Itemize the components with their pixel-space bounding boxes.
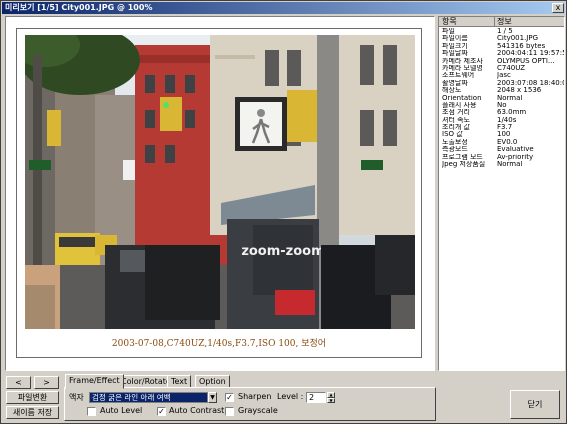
info-row: 소프트웨어 Jasc [439, 72, 564, 79]
info-key: 플래시 사용 [442, 101, 477, 109]
info-value: Evaluative [497, 146, 534, 154]
info-row: 노출보정 EV0.0 [439, 139, 564, 146]
level-label: Level : [277, 392, 304, 401]
info-key: 셔터 속도 [442, 116, 470, 124]
header-item[interactable]: 항목 [442, 17, 457, 27]
info-value: Av-priority [497, 153, 534, 161]
auto-level-label: Auto Level [100, 406, 143, 415]
grayscale-label: Grayscale [238, 406, 278, 415]
info-value: City001.JPG [497, 35, 539, 43]
info-value: 2048 x 1536 [497, 87, 542, 95]
frame-select[interactable]: 검정 굵은 라인 아래 여백 [89, 392, 208, 403]
sharpen-label: Sharpen [238, 392, 272, 401]
level-spinner[interactable]: ▲ ▼ [327, 392, 335, 403]
info-row: ISO 값 100 [439, 131, 564, 138]
header-value[interactable]: 정보 [497, 17, 512, 27]
info-key: Orientation [442, 94, 482, 102]
info-value: 2003:07:08 18:40:08 [497, 79, 565, 87]
preview-window: 미리보기 [1/5] City001.JPG @ 100% x zoom-zoo… [0, 0, 567, 424]
info-key: 프로그램 모드 [442, 153, 483, 161]
grayscale-checkbox[interactable] [225, 407, 234, 416]
info-row: 프로그램 모드 Av-priority [439, 154, 564, 161]
title-bar[interactable]: 미리보기 [1/5] City001.JPG @ 100% x [2, 2, 565, 14]
info-row: Jpeg 저장품질 Normal [439, 161, 564, 168]
close-window-icon[interactable]: x [552, 3, 564, 13]
auto-level-checkbox[interactable] [87, 407, 96, 416]
info-row: 파일이름 City001.JPG [439, 35, 564, 42]
info-value: 2004:04:11 19:57:50 [497, 50, 565, 58]
level-input[interactable]: 2 [306, 392, 326, 403]
info-row: 카메라 제조사 OLYMPUS OPTI... [439, 58, 564, 65]
info-key: 파일날짜 [442, 50, 468, 58]
spin-down-icon[interactable]: ▼ [327, 397, 335, 403]
info-value: Normal [497, 161, 523, 169]
info-row: 촬영날짜 2003:07:08 18:40:08 [439, 80, 564, 87]
info-value: 1/40s [497, 116, 517, 124]
info-key: 촬영날짜 [442, 79, 468, 87]
exif-info-list[interactable]: 항목 정보 파일 1 / 5 파일이름 City001.JPG 파일크기 541316… [438, 16, 565, 371]
info-value: OLYMPUS OPTI... [497, 57, 555, 65]
frame-label: 액자 [69, 393, 84, 402]
info-value: 1 / 5 [497, 28, 513, 35]
info-value: C740UZ [497, 64, 526, 72]
info-key: 카메라 모델명 [442, 64, 483, 72]
photo-frame: zoom-zoom 2003-07-08,C740UZ,1/40s,F3.7,I… [16, 28, 422, 358]
info-value: 541316 bytes [497, 42, 546, 50]
column-divider[interactable] [494, 17, 495, 27]
info-row: 카메라 모델명 C740UZ [439, 65, 564, 72]
info-value: 100 [497, 131, 511, 139]
sign-text-top: zoom-zoom [241, 244, 324, 259]
auto-contrast-label: Auto Contrast [169, 406, 225, 415]
info-key: 파일 [442, 28, 455, 35]
info-key: 초점 거리 [442, 109, 470, 117]
info-value: Jasc [497, 72, 511, 80]
info-row: 해상도 2048 x 1536 [439, 87, 564, 94]
info-key: 소프트웨어 [442, 72, 475, 80]
info-value: F3.7 [497, 124, 513, 132]
info-key: 노출보정 [442, 138, 468, 146]
info-key: 조리개 값 [442, 124, 470, 132]
info-row: 파일크기 541316 bytes [439, 43, 564, 50]
info-key: 카메라 제조사 [442, 57, 483, 65]
info-key: ISO 값 [442, 131, 463, 139]
next-button[interactable]: > [34, 376, 59, 389]
info-row: 파일날짜 2004:04:11 19:57:50 [439, 50, 564, 57]
photo-caption: 2003-07-08,C740UZ,1/40s,F3.7,ISO 100, 보정… [111, 339, 327, 349]
info-row: 초점 거리 63.0mm [439, 109, 564, 116]
photo: zoom-zoom [25, 35, 415, 329]
info-list-header: 항목 정보 [439, 17, 564, 27]
info-key: 해상도 [442, 87, 462, 95]
frame-effect-panel: 액자 검정 굵은 라인 아래 여백 ▼ ✓ Sharpen Level : 2 … [64, 387, 436, 421]
info-list-body: 파일 1 / 5 파일이름 City001.JPG 파일크기 541316 bytes… [439, 28, 564, 168]
close-button[interactable]: 닫기 [510, 390, 560, 419]
info-value: EV0.0 [497, 138, 518, 146]
info-row: 파일 1 / 5 [439, 28, 564, 35]
info-key: Jpeg 저장품질 [442, 161, 486, 169]
window-title: 미리보기 [1/5] City001.JPG @ 100% [5, 3, 153, 12]
info-value: 63.0mm [497, 109, 527, 117]
info-key: 파일크기 [442, 42, 468, 50]
info-key: 파일이름 [442, 35, 468, 43]
info-key: 측광모드 [442, 146, 468, 154]
chevron-down-icon[interactable]: ▼ [208, 392, 217, 403]
sharpen-checkbox[interactable]: ✓ [225, 393, 234, 402]
info-row: 플래시 사용 No [439, 102, 564, 109]
convert-file-button[interactable]: 파일변환 [6, 391, 59, 404]
info-value: Normal [497, 94, 523, 102]
info-row: 측광모드 Evaluative [439, 146, 564, 153]
prev-button[interactable]: < [6, 376, 31, 389]
auto-contrast-checkbox[interactable]: ✓ [157, 407, 166, 416]
tab-frame-effect[interactable]: Frame/Effect [65, 374, 124, 389]
info-row: Orientation Normal [439, 95, 564, 102]
save-as-button[interactable]: 새이름 저장 [6, 406, 59, 419]
info-row: 셔터 속도 1/40s [439, 117, 564, 124]
info-row: 조리개 값 F3.7 [439, 124, 564, 131]
preview-area: zoom-zoom 2003-07-08,C740UZ,1/40s,F3.7,I… [5, 16, 435, 371]
info-value: No [497, 101, 507, 109]
